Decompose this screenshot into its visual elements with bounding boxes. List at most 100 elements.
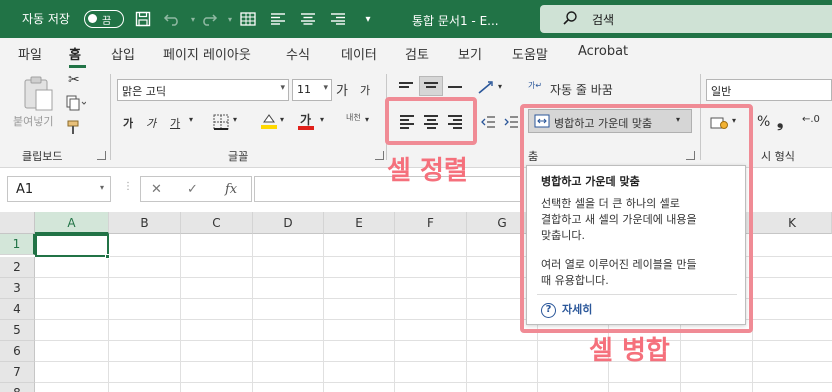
column-header[interactable]: C — [181, 212, 253, 234]
grid-table-icon[interactable] — [238, 9, 258, 29]
chevron-down-icon: ▾ — [323, 83, 328, 93]
increase-indent-icon[interactable] — [504, 116, 518, 131]
tab-help[interactable]: 도움말 — [512, 44, 548, 63]
tab-view[interactable]: 보기 — [458, 44, 482, 63]
paste-label[interactable]: 붙여넣기 — [13, 113, 53, 129]
gridline — [394, 234, 395, 392]
column-header[interactable]: D — [253, 212, 324, 234]
customize-qat-icon[interactable]: ▾ — [358, 9, 378, 29]
chevron-down-icon[interactable]: ▾ — [233, 115, 237, 124]
select-all-button[interactable] — [0, 212, 35, 234]
font-size-select[interactable]: 11 ▾ — [292, 79, 332, 101]
align-middle-icon — [424, 82, 438, 94]
row-header[interactable]: 5 — [0, 320, 35, 341]
orientation-icon[interactable] — [478, 80, 494, 97]
autosave-toggle[interactable]: 끔 — [84, 10, 124, 28]
autosave-toggle-state: 끔 — [102, 16, 112, 27]
redo-dropdown-icon[interactable]: ▾ — [220, 9, 240, 29]
increase-decimal-icon[interactable]: ←.0 — [802, 114, 820, 125]
font-name-value: 맑은 고딕 — [122, 85, 166, 98]
enter-icon[interactable]: ✓ — [187, 182, 198, 197]
cell-merge-annotation: 셀 병합 — [589, 336, 670, 366]
percent-style-icon[interactable]: % — [757, 114, 770, 130]
clipboard-launcher-icon[interactable] — [97, 151, 106, 160]
column-header[interactable]: F — [395, 212, 467, 234]
number-format-value: 일반 — [711, 85, 732, 98]
row-header[interactable]: 4 — [0, 299, 35, 320]
row-header[interactable]: 3 — [0, 278, 35, 299]
redo-icon[interactable] — [199, 9, 219, 29]
formula-buttons: ✕ ✓ fx — [140, 176, 252, 202]
chevron-down-icon[interactable]: ▾ — [320, 115, 324, 124]
underline-button[interactable]: 가 — [170, 115, 180, 131]
qat-align-right-icon[interactable] — [328, 9, 348, 29]
bold-button[interactable]: 가 — [123, 115, 133, 131]
wrap-text-button[interactable]: 자동 줄 바꿈 — [550, 81, 613, 98]
row-header[interactable]: 7 — [0, 362, 35, 383]
gridline — [323, 234, 324, 392]
cell-merge-highlight — [520, 104, 753, 333]
row-header[interactable]: 6 — [0, 341, 35, 362]
row-header[interactable]: 1 — [0, 234, 35, 255]
borders-icon[interactable] — [213, 114, 229, 133]
comma-style-icon[interactable]: ❟ — [777, 112, 783, 132]
search-box[interactable]: 검색 — [540, 5, 832, 33]
tab-data[interactable]: 데이터 — [341, 44, 377, 63]
tab-review[interactable]: 검토 — [405, 44, 429, 63]
chevron-down-icon[interactable]: ▾ — [498, 82, 502, 91]
document-title: 통합 문서1 - E... — [412, 14, 499, 28]
gridline — [35, 340, 832, 341]
name-box-value: A1 — [16, 182, 34, 197]
column-header[interactable]: A — [35, 212, 109, 234]
column-header[interactable]: B — [109, 212, 181, 234]
phonetic-button[interactable]: 내천 — [346, 112, 361, 123]
wrap-text-icon[interactable]: 가↵ — [528, 80, 542, 91]
tab-file[interactable]: 파일 — [18, 44, 42, 63]
shrink-font-button[interactable]: 가 — [360, 82, 370, 98]
toggle-knob — [88, 14, 97, 23]
qat-align-center-icon[interactable] — [298, 9, 318, 29]
format-painter-icon[interactable] — [67, 120, 83, 139]
italic-button[interactable]: 가 — [146, 115, 156, 131]
row-header[interactable]: 2 — [0, 257, 35, 278]
font-group-label: 글꼴 — [228, 150, 249, 163]
cancel-icon[interactable]: ✕ — [151, 182, 162, 197]
decrease-indent-icon[interactable] — [481, 116, 495, 131]
fill-handle[interactable] — [105, 254, 110, 259]
tab-acrobat[interactable]: Acrobat — [578, 44, 628, 59]
search-placeholder: 검색 — [592, 13, 615, 27]
more-dots-icon[interactable]: ⋮ — [123, 181, 133, 192]
cell-align-highlight — [385, 97, 477, 145]
tab-insert[interactable]: 삽입 — [111, 44, 135, 63]
save-icon[interactable] — [133, 9, 153, 29]
grow-font-button[interactable]: 가 — [336, 80, 348, 99]
paste-icon[interactable] — [22, 74, 56, 115]
qat-align-left-icon[interactable] — [268, 9, 288, 29]
autosave-label: 자동 저장 — [22, 12, 70, 26]
font-name-select[interactable]: 맑은 고딕 ▾ — [117, 79, 289, 101]
active-cell[interactable] — [35, 234, 109, 257]
name-box[interactable]: A1 ▾ — [7, 176, 111, 202]
cut-icon[interactable]: ✂ — [68, 72, 80, 88]
column-header[interactable]: E — [324, 212, 395, 234]
chevron-down-icon: ▾ — [99, 183, 104, 192]
chevron-down-icon[interactable]: ▾ — [280, 115, 284, 124]
chevron-down-icon[interactable]: ▾ — [365, 115, 369, 124]
chevron-down-icon[interactable]: ▾ — [189, 115, 193, 124]
column-header[interactable]: K — [753, 212, 832, 234]
tab-formulas[interactable]: 수식 — [286, 44, 310, 63]
insert-function-icon[interactable]: fx — [225, 182, 237, 197]
gridline — [252, 234, 253, 392]
font-launcher-icon[interactable] — [375, 151, 384, 160]
cell-align-annotation: 셀 정렬 — [387, 156, 468, 186]
copy-icon[interactable] — [66, 95, 87, 114]
fill-color-icon[interactable] — [260, 112, 278, 133]
font-size-value: 11 — [297, 83, 311, 96]
number-format-select[interactable]: 일반 — [706, 79, 832, 101]
gridline — [35, 361, 832, 362]
undo-icon[interactable] — [162, 9, 182, 29]
tab-page-layout[interactable]: 페이지 레이아웃 — [163, 44, 251, 63]
tab-home[interactable]: 홈 — [69, 44, 81, 63]
align-top-icon[interactable] — [399, 82, 413, 94]
row-header[interactable]: 8 — [0, 383, 35, 392]
